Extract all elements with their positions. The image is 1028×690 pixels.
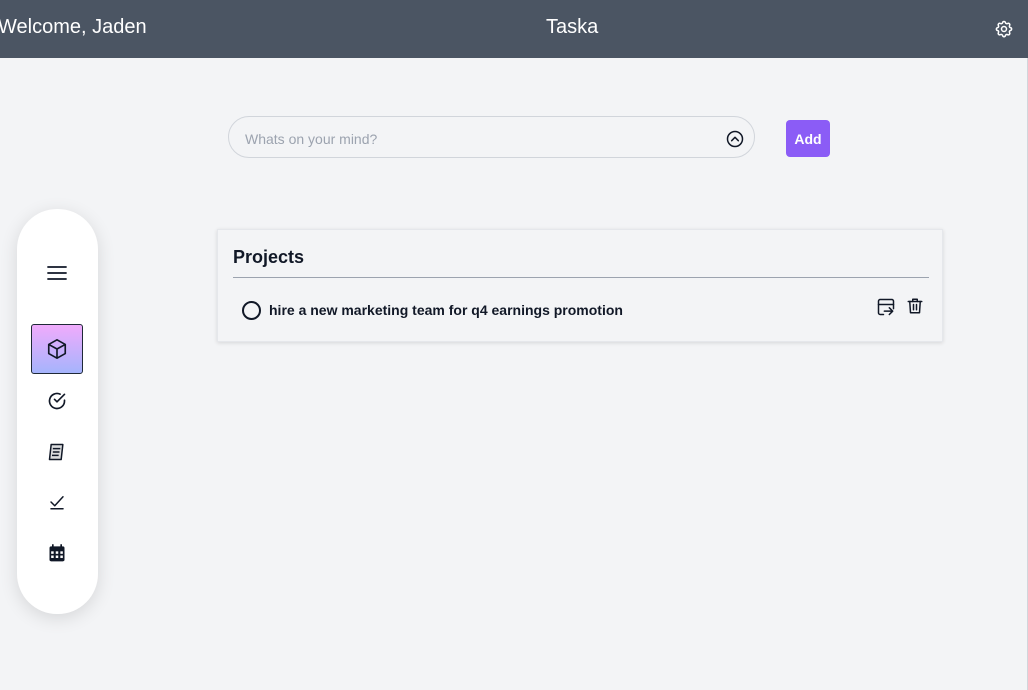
task-text: hire a new marketing team for q4 earning… (269, 302, 623, 318)
sidebar-menu-button[interactable] (31, 253, 83, 293)
sidebar-item-projects[interactable] (31, 324, 83, 374)
checkmark-icon (50, 496, 64, 510)
trash-icon[interactable] (906, 296, 924, 316)
sidebar-item-tasks[interactable] (31, 381, 83, 421)
cube-icon (47, 339, 67, 359)
sidebar-item-calendar[interactable] (31, 533, 83, 573)
add-button[interactable]: Add (786, 120, 830, 157)
sidebar-item-completed[interactable] (31, 482, 83, 522)
task-complete-toggle[interactable] (242, 301, 261, 320)
calendar-icon (49, 544, 65, 562)
move-icon[interactable] (876, 296, 896, 318)
task-input-wrapper (228, 116, 755, 158)
task-input[interactable] (243, 127, 717, 151)
projects-title: Projects (233, 247, 305, 267)
notes-icon (48, 443, 64, 461)
welcome-text: Welcome, Jaden (0, 16, 147, 38)
app-title: Taska (546, 16, 599, 38)
gear-icon[interactable] (994, 19, 1014, 39)
hamburger-menu-icon (47, 266, 67, 280)
check-circle-icon (48, 392, 66, 410)
projects-card: Projects hire a new marketing team for q… (217, 229, 943, 342)
sidebar-item-notes[interactable] (31, 432, 83, 472)
chevron-up-circle-icon[interactable] (725, 129, 745, 149)
top-bar: Welcome, Jaden Taska (0, 0, 1028, 58)
sidebar (17, 209, 98, 614)
divider (233, 277, 929, 278)
